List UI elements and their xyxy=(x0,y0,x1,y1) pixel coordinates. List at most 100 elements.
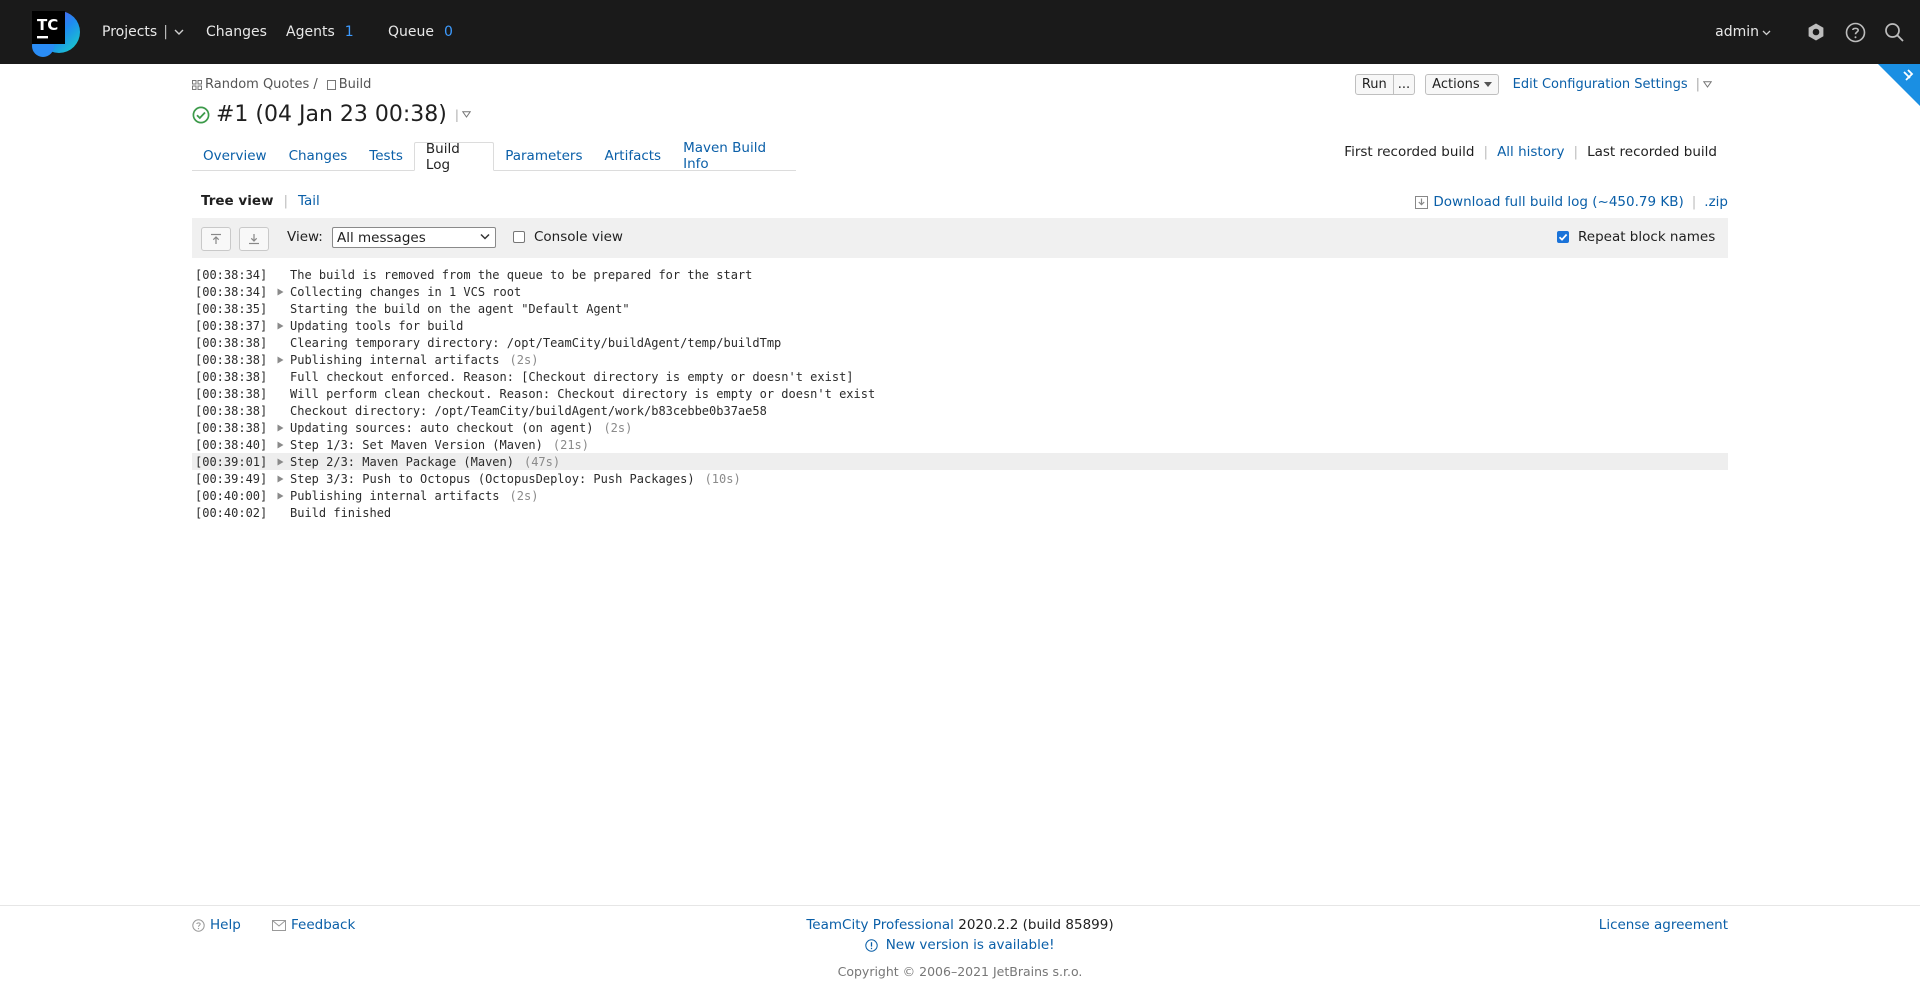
log-message: Publishing internal artifacts xyxy=(290,488,500,503)
project-icon xyxy=(192,79,202,90)
chevron-down-icon xyxy=(1762,24,1771,40)
download-zip-link[interactable]: .zip xyxy=(1704,194,1728,210)
tab-maven-build-info[interactable]: Maven Build Info xyxy=(672,140,796,172)
settings-icon[interactable] xyxy=(1805,21,1827,43)
help-icon[interactable] xyxy=(1844,21,1866,43)
log-line[interactable]: [00:38:37] Updating tools for build xyxy=(192,317,1728,334)
nav-changes[interactable]: Changes xyxy=(206,0,267,64)
log-line: [00:38:38] Clearing temporary directory: … xyxy=(192,334,1728,351)
tab-overview[interactable]: Overview xyxy=(192,142,278,169)
all-history-link[interactable]: All history xyxy=(1497,144,1564,160)
log-duration: (2s) xyxy=(509,352,539,367)
separator: | xyxy=(1573,144,1579,160)
console-view-toggle[interactable]: Console view xyxy=(513,229,623,245)
last-recorded-build: Last recorded build xyxy=(1587,144,1717,160)
expand-triangle-icon[interactable] xyxy=(277,322,288,330)
log-line[interactable]: [00:39:49] Step 3/3: Push to Octopus (Oct… xyxy=(192,470,1728,487)
expand-triangle-icon[interactable] xyxy=(277,356,288,364)
expand-triangle-icon[interactable] xyxy=(277,475,288,483)
build-menu-toggle[interactable]: | xyxy=(455,108,471,122)
repeat-block-names-checkbox[interactable] xyxy=(1557,231,1569,243)
expand-triangle-icon[interactable] xyxy=(277,288,288,296)
run-custom-button[interactable]: ... xyxy=(1393,74,1416,95)
caret-down-icon xyxy=(1483,82,1492,87)
log-line[interactable]: [00:38:40] Step 1/3: Set Maven Version (M… xyxy=(192,436,1728,453)
separator: | xyxy=(1483,144,1489,160)
corner-banner[interactable] xyxy=(1878,64,1920,106)
edit-settings-menu-toggle[interactable]: | xyxy=(1696,77,1712,92)
log-line: [00:40:02] Build finished xyxy=(192,504,1728,521)
expand-triangle-icon[interactable] xyxy=(277,424,288,432)
log-message: Updating tools for build xyxy=(290,318,464,333)
tab-changes[interactable]: Changes xyxy=(278,142,359,169)
build-title-row: #1 (04 Jan 23 00:38) | xyxy=(192,102,471,127)
copyright: Copyright © 2006–2021 JetBrains s.r.o. xyxy=(837,964,1083,979)
collapse-all-icon xyxy=(211,233,221,244)
svg-text:TC: TC xyxy=(37,16,58,34)
log-line[interactable]: [00:38:38] Publishing internal artifacts (… xyxy=(192,351,1728,368)
run-button[interactable]: Run xyxy=(1354,74,1394,95)
triangle-down-icon xyxy=(1703,81,1712,88)
user-name: admin xyxy=(1715,24,1759,40)
chevron-down-icon xyxy=(480,233,490,240)
header-actions: Run ... Actions Edit Configuration Setti… xyxy=(1354,74,1712,95)
log-timestamp: [00:38:38] xyxy=(195,420,268,435)
expand-triangle-icon[interactable] xyxy=(277,441,288,449)
log-line[interactable]: [00:40:00] Publishing internal artifacts (… xyxy=(192,487,1728,504)
edit-configuration-settings-link[interactable]: Edit Configuration Settings xyxy=(1513,77,1688,92)
tree-view-mode[interactable]: Tree view xyxy=(201,193,273,209)
download-full-log-link[interactable]: Download full build log (~450.79 KB) xyxy=(1433,194,1683,210)
footer: Help Feedback TeamCity Professional 2020… xyxy=(0,905,1920,996)
log-timestamp: [00:38:34] xyxy=(195,284,268,299)
new-version-notice[interactable]: New version is available! xyxy=(0,937,1920,953)
log-message: Clearing temporary directory: /opt/TeamC… xyxy=(290,335,782,350)
log-message: Full checkout enforced. Reason: [Checkou… xyxy=(290,369,854,384)
page-title: #1 (04 Jan 23 00:38) xyxy=(216,102,447,127)
collapse-all-button[interactable] xyxy=(201,227,231,251)
teamcity-product-link[interactable]: TeamCity Professional xyxy=(806,917,954,933)
top-navigation-bar: TC Projects | Changes Agents 1 Queue 0 a… xyxy=(0,0,1920,64)
breadcrumb-project[interactable]: Random Quotes / xyxy=(205,77,318,92)
expand-all-icon xyxy=(249,234,259,245)
breadcrumb-config[interactable]: Build xyxy=(339,77,372,92)
log-timestamp: [00:38:38] xyxy=(195,352,268,367)
agents-count-badge: 1 xyxy=(344,24,354,40)
log-line[interactable]: [00:38:34] Collecting changes in 1 VCS ro… xyxy=(192,283,1728,300)
expand-triangle-icon[interactable] xyxy=(277,492,288,500)
view-filter-select[interactable]: All messages xyxy=(332,227,496,248)
tab-parameters[interactable]: Parameters xyxy=(494,142,593,169)
nav-agents[interactable]: Agents 1 xyxy=(286,0,354,64)
tab-artifacts[interactable]: Artifacts xyxy=(593,142,672,169)
log-line[interactable]: [00:39:01] Step 2/3: Maven Package (Maven… xyxy=(192,453,1728,470)
tab-tests[interactable]: Tests xyxy=(358,142,414,169)
license-agreement-link[interactable]: License agreement xyxy=(1599,917,1728,933)
log-message: Step 1/3: Set Maven Version (Maven) xyxy=(290,437,543,452)
chevron-down-icon[interactable] xyxy=(174,24,184,40)
log-message: Starting the build on the agent "Default… xyxy=(290,301,630,316)
log-duration: (10s) xyxy=(704,471,741,486)
expand-triangle-icon[interactable] xyxy=(277,458,288,466)
log-line: [00:38:38] Full checkout enforced. Reason… xyxy=(192,368,1728,385)
nav-projects[interactable]: Projects | xyxy=(102,0,184,64)
teamcity-logo[interactable]: TC xyxy=(29,8,81,58)
log-message: Checkout directory: /opt/TeamCity/buildA… xyxy=(290,403,767,418)
repeat-block-names-toggle[interactable]: Repeat block names xyxy=(1557,229,1715,245)
actions-dropdown[interactable]: Actions xyxy=(1425,74,1499,95)
user-menu[interactable]: admin xyxy=(1715,24,1771,40)
log-message: Step 3/3: Push to Octopus (OctopusDeploy… xyxy=(290,471,695,486)
log-timestamp: [00:40:00] xyxy=(195,488,268,503)
console-view-checkbox[interactable] xyxy=(513,231,525,243)
breadcrumb: Random Quotes / Build xyxy=(192,77,371,92)
tail-view-link[interactable]: Tail xyxy=(298,193,320,209)
queue-count-badge: 0 xyxy=(444,24,453,40)
expand-all-button[interactable] xyxy=(239,227,269,251)
log-timestamp: [00:40:02] xyxy=(195,505,268,520)
new-version-link[interactable]: New version is available! xyxy=(886,937,1055,953)
log-toolbar: View: All messages Console view Repeat b… xyxy=(192,218,1728,258)
search-icon[interactable] xyxy=(1883,21,1905,43)
log-duration: (47s) xyxy=(523,454,561,469)
log-message: The build is removed from the queue to b… xyxy=(290,267,753,282)
tab-build-log[interactable]: Build Log xyxy=(413,141,495,173)
log-line[interactable]: [00:38:38] Updating sources: auto checkou… xyxy=(192,419,1728,436)
nav-queue[interactable]: Queue 0 xyxy=(388,0,453,64)
